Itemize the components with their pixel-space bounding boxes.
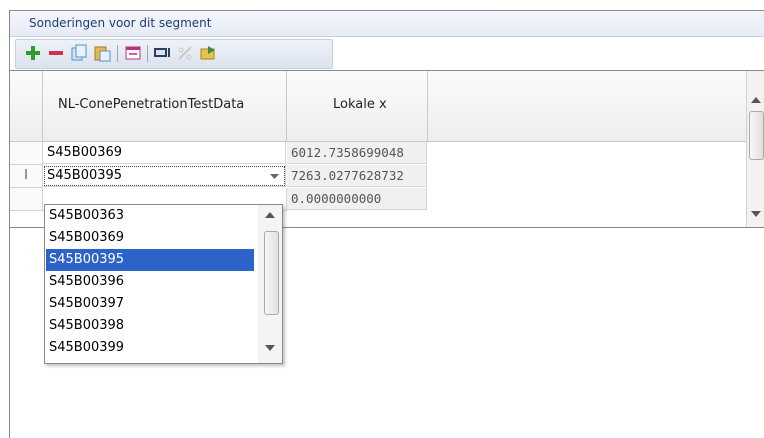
dropdown-scrollbar[interactable] — [258, 205, 282, 363]
panel-titlebar: Sonderingen voor dit segment — [10, 11, 764, 37]
row-selector[interactable] — [10, 188, 43, 211]
table-cell-value: S45B00395 — [47, 168, 123, 183]
table-cell-name[interactable]: S45B00369 — [43, 142, 286, 164]
table-cell-lokale-x[interactable]: 6012.7358699048 — [287, 142, 427, 164]
column-header-lokale-x[interactable]: Lokale x — [287, 71, 428, 142]
copy-icon[interactable] — [70, 44, 88, 62]
row-header-corner — [10, 71, 43, 142]
scroll-thumb[interactable] — [749, 111, 764, 160]
scroll-up-icon[interactable] — [265, 212, 275, 218]
remove-icon[interactable] — [47, 44, 65, 62]
row-edit-indicator[interactable]: I — [10, 165, 43, 188]
monitor-icon[interactable] — [153, 44, 171, 62]
scroll-thumb[interactable] — [264, 231, 279, 315]
table-cell-lokale-x[interactable]: 7263.0277628732 — [287, 165, 427, 187]
table-cell-lokale-x[interactable]: 0.0000000000 — [287, 188, 427, 210]
table-cell-name-editing[interactable]: S45B00395 — [43, 165, 286, 187]
scroll-down-icon[interactable] — [751, 211, 761, 217]
name-dropdown-list[interactable]: S45B00363 S45B00369 S45B00395 S45B00396 … — [44, 204, 283, 364]
paste-icon[interactable] — [93, 44, 111, 62]
toolbar-separator — [117, 45, 118, 62]
row-selector[interactable] — [10, 142, 43, 165]
list-item[interactable]: S45B00398 — [46, 315, 254, 337]
panel-title: Sonderingen voor dit segment — [29, 16, 212, 30]
list-item[interactable]: S45B00363 — [46, 205, 254, 227]
list-item[interactable]: S45B00396 — [46, 271, 254, 293]
scroll-down-icon[interactable] — [265, 345, 275, 351]
list-item-selected[interactable]: S45B00395 — [46, 249, 254, 271]
list-item[interactable]: S45B00369 — [46, 227, 254, 249]
chevron-down-icon[interactable] — [270, 174, 279, 179]
column-header-cpt[interactable]: NL-ConePenetrationTestData — [43, 71, 287, 142]
toolbar — [15, 39, 333, 69]
clear-icon[interactable] — [176, 44, 194, 62]
list-item[interactable]: S45B00399 — [46, 337, 254, 359]
scroll-up-icon[interactable] — [751, 97, 761, 103]
list-item[interactable]: S45B00397 — [46, 293, 254, 315]
range-icon[interactable] — [124, 44, 142, 62]
grid-vertical-scrollbar[interactable] — [746, 71, 764, 227]
column-header-empty — [428, 71, 746, 142]
add-icon[interactable] — [24, 44, 42, 62]
import-icon[interactable] — [199, 44, 217, 62]
toolbar-separator — [147, 45, 148, 62]
